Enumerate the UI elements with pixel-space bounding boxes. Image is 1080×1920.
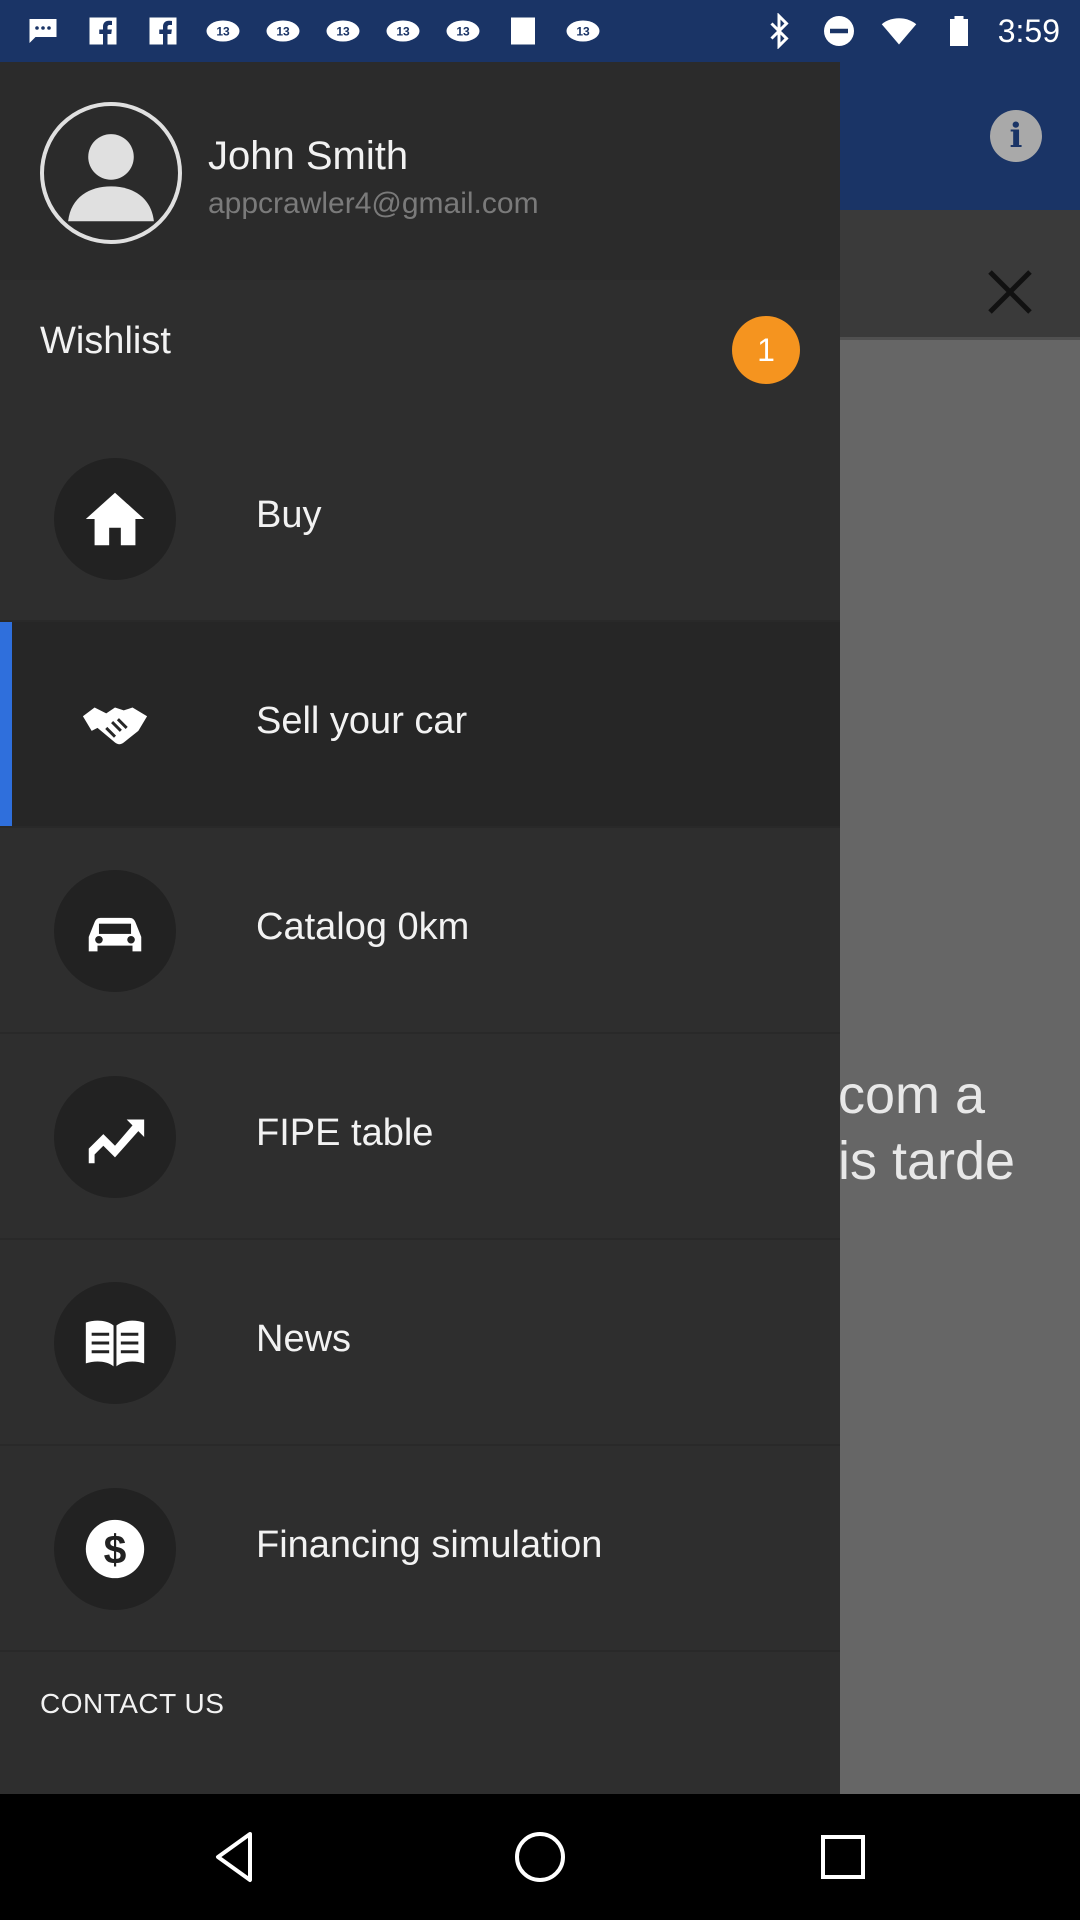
svg-text:$: $ [104,1527,127,1573]
message-icon [22,10,64,52]
back-icon[interactable] [204,1824,270,1890]
system-icons: 3:59 [758,10,1060,52]
news-13-icon: 13 [202,10,244,52]
home-button-icon[interactable] [507,1824,573,1890]
menu-item-financing-simulation[interactable]: $ Financing simulation [0,1446,840,1652]
close-icon[interactable] [980,262,1040,322]
notification-icons: 13 13 13 13 13 13 [22,10,604,52]
facebook-icon [82,10,124,52]
background-text-line-2: is tarde [838,1131,1016,1191]
wishlist-count-badge: 1 [732,316,800,384]
recents-icon[interactable] [810,1824,876,1890]
news-13-icon: 13 [442,10,484,52]
news-13-icon: 13 [262,10,304,52]
user-email: appcrawler4@gmail.com [208,187,539,220]
menu-item-catalog-0km[interactable]: Catalog 0km [0,828,840,1034]
menu-item-label: News [256,1318,352,1360]
wifi-icon [878,10,920,52]
menu-item-label: FIPE table [256,1112,434,1154]
drawer-header: John Smith appcrawler4@gmail.com [0,62,840,280]
square-icon [502,10,544,52]
menu-item-fipe-table[interactable]: FIPE table [0,1034,840,1240]
info-icon[interactable]: i [990,110,1042,162]
handshake-icon [54,664,176,786]
svg-text:13: 13 [396,25,410,39]
user-name: John Smith [208,134,409,178]
book-icon [54,1282,176,1404]
status-time: 3:59 [997,12,1060,49]
background-text: com a is tarde [838,1062,1015,1194]
menu-item-label: Catalog 0km [256,906,470,948]
background-text-line-1: com a [838,1065,986,1125]
news-13-icon: 13 [322,10,364,52]
svg-text:13: 13 [336,25,350,39]
do-not-disturb-icon [818,10,860,52]
svg-text:13: 13 [216,25,230,39]
menu-item-label: Buy [256,494,322,536]
svg-text:13: 13 [456,25,470,39]
avatar[interactable] [40,102,182,244]
menu-item-buy[interactable]: Buy [0,416,840,622]
menu-item-news[interactable]: News [0,1240,840,1446]
menu-item-label: Financing simulation [256,1524,603,1566]
news-13-icon: 13 [382,10,424,52]
battery-icon [938,10,980,52]
wishlist-label: Wishlist [40,320,171,362]
news-13-icon: 13 [562,10,604,52]
svg-text:13: 13 [576,25,590,39]
car-icon [54,870,176,992]
home-icon [54,458,176,580]
contact-us-link[interactable]: CONTACT US [40,1688,224,1720]
navigation-drawer: John Smith appcrawler4@gmail.com Wishlis… [0,62,840,1794]
menu-item-sell-your-car[interactable]: Sell your car [0,622,840,828]
svg-text:13: 13 [276,25,290,39]
facebook-icon [142,10,184,52]
chart-up-icon [54,1076,176,1198]
navigation-bar [0,1794,1080,1920]
bluetooth-icon [758,10,800,52]
person-icon [68,134,154,222]
wishlist-item[interactable]: Wishlist 1 [0,280,840,410]
dollar-icon: $ [54,1488,176,1610]
menu-item-label: Sell your car [256,700,468,742]
status-bar: 13 13 13 13 13 13 3:59 [0,0,1080,62]
